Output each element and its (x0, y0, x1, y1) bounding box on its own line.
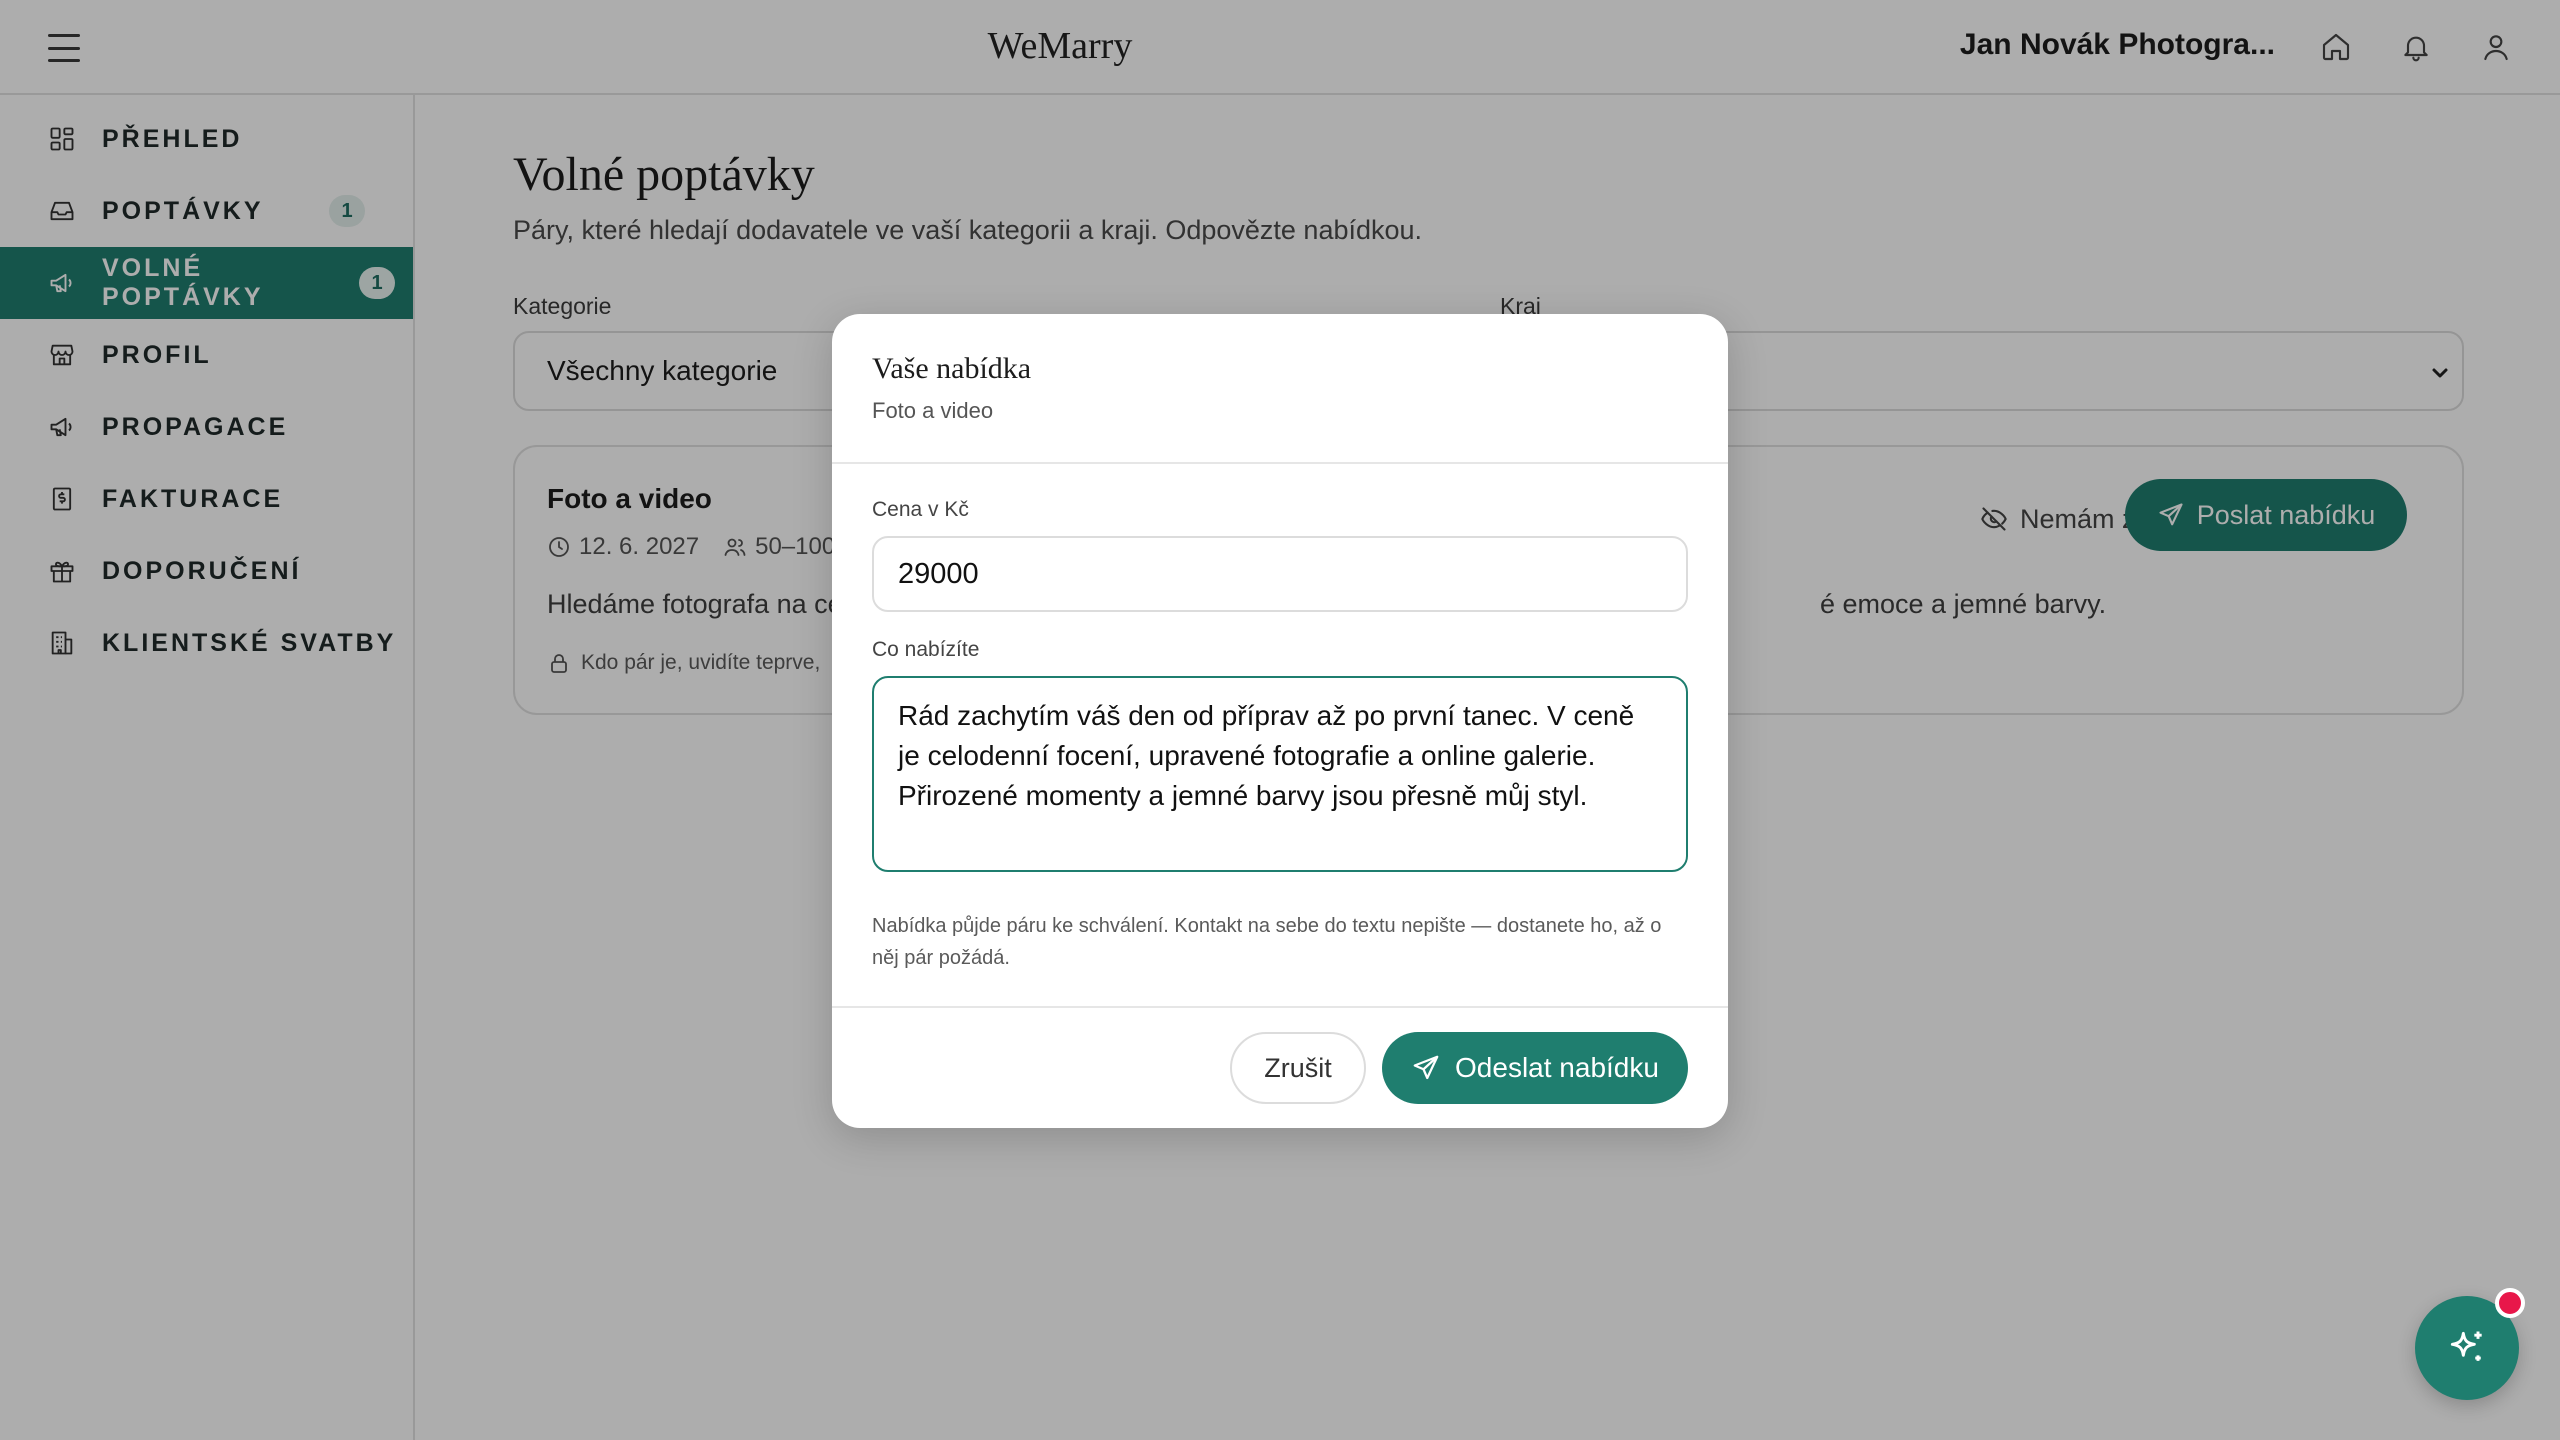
submit-offer-button[interactable]: Odeslat nabídku (1382, 1032, 1688, 1104)
modal-divider (832, 462, 1728, 464)
offer-textarea[interactable]: Rád zachytím váš den od příprav až po pr… (872, 676, 1688, 872)
sparkle-icon (2450, 1331, 2482, 1361)
cancel-label: Zrušit (1264, 1052, 1332, 1083)
offer-label: Co nabízíte (872, 638, 980, 661)
notification-dot (2495, 1288, 2525, 1318)
price-input[interactable] (872, 536, 1688, 612)
cancel-button[interactable]: Zrušit (1230, 1032, 1366, 1104)
modal-divider (832, 1006, 1728, 1008)
submit-offer-label: Odeslat nabídku (1455, 1052, 1659, 1083)
price-label: Cena v Kč (872, 498, 969, 521)
offer-modal: Vaše nabídka Foto a video Cena v Kč Co n… (832, 314, 1728, 1128)
modal-subtitle: Foto a video (872, 398, 994, 423)
send-icon (1413, 1055, 1439, 1080)
modal-title: Vaše nabídka (872, 352, 1032, 385)
modal-hint: Nabídka půjde páru ke schválení. Kontakt… (872, 915, 1662, 969)
